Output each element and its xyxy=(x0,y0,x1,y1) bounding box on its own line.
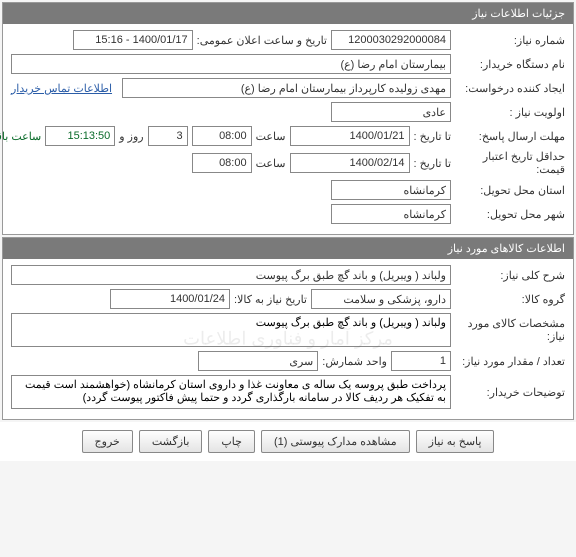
spec-label: مشخصات کالای مورد نیاز: xyxy=(455,317,565,343)
need-number-label: شماره نیاز: xyxy=(455,34,565,47)
group-label: گروه کالا: xyxy=(455,293,565,306)
unit-field[interactable] xyxy=(198,351,318,371)
spec-field[interactable] xyxy=(11,313,451,347)
desc-field[interactable] xyxy=(11,265,451,285)
buyer-label: نام دستگاه خریدار: xyxy=(455,58,565,71)
province-field[interactable] xyxy=(331,180,451,200)
print-button[interactable]: چاپ xyxy=(208,430,255,453)
need-details-panel: جزئیات اطلاعات نیاز شماره نیاز: تاریخ و … xyxy=(2,2,574,235)
validity-date-field[interactable] xyxy=(290,153,410,173)
attachments-button[interactable]: مشاهده مدارک پیوستی (1) xyxy=(261,430,410,453)
back-button[interactable]: بازگشت xyxy=(139,430,203,453)
province-label: استان محل تحویل: xyxy=(455,184,565,197)
action-button-bar: پاسخ به نیاز مشاهده مدارک پیوستی (1) چاپ… xyxy=(0,422,576,461)
deadline-label: مهلت ارسال پاسخ: xyxy=(455,130,565,143)
announce-field[interactable] xyxy=(73,30,193,50)
need-date-field[interactable] xyxy=(110,289,230,309)
validity-time-label: ساعت xyxy=(256,157,286,170)
city-label: شهر محل تحویل: xyxy=(455,208,565,221)
remaining-time-field xyxy=(45,126,115,146)
to-date-label: تا تاریخ : xyxy=(414,130,451,143)
validity-time-field[interactable] xyxy=(192,153,252,173)
desc-label: شرح کلی نیاز: xyxy=(455,269,565,282)
priority-label: اولویت نیاز : xyxy=(455,106,565,119)
reply-button[interactable]: پاسخ به نیاز xyxy=(416,430,495,453)
deadline-date-field[interactable] xyxy=(290,126,410,146)
notes-field[interactable] xyxy=(11,375,451,409)
days-field[interactable] xyxy=(148,126,188,146)
deadline-time-field[interactable] xyxy=(192,126,252,146)
qty-field[interactable] xyxy=(391,351,451,371)
buyer-field[interactable] xyxy=(11,54,451,74)
unit-label: واحد شمارش: xyxy=(322,355,387,368)
goods-info-header: اطلاعات کالاهای مورد نیاز xyxy=(3,238,573,259)
requester-label: ایجاد کننده درخواست: xyxy=(455,82,565,95)
need-date-label: تاریخ نیاز به کالا: xyxy=(234,293,307,306)
priority-field[interactable] xyxy=(331,102,451,122)
days-label: روز و xyxy=(119,130,143,143)
group-field[interactable] xyxy=(311,289,451,309)
qty-label: تعداد / مقدار مورد نیاز: xyxy=(455,355,565,368)
exit-button[interactable]: خروج xyxy=(82,430,133,453)
requester-field[interactable] xyxy=(122,78,451,98)
buyer-contact-link[interactable]: اطلاعات تماس خریدار xyxy=(11,82,112,95)
city-field[interactable] xyxy=(331,204,451,224)
validity-to-date-label: تا تاریخ : xyxy=(414,157,451,170)
notes-label: توضیحات خریدار: xyxy=(455,386,565,399)
validity-label: حداقل تاریخ اعتبار قیمت: xyxy=(455,150,565,176)
need-number-field[interactable] xyxy=(331,30,451,50)
remaining-label: ساعت باقی مانده xyxy=(0,130,41,143)
need-details-header: جزئیات اطلاعات نیاز xyxy=(3,3,573,24)
goods-info-panel: اطلاعات کالاهای مورد نیاز شرح کلی نیاز: … xyxy=(2,237,574,420)
announce-label: تاریخ و ساعت اعلان عمومی: xyxy=(197,34,327,47)
deadline-time-label: ساعت xyxy=(256,130,286,143)
